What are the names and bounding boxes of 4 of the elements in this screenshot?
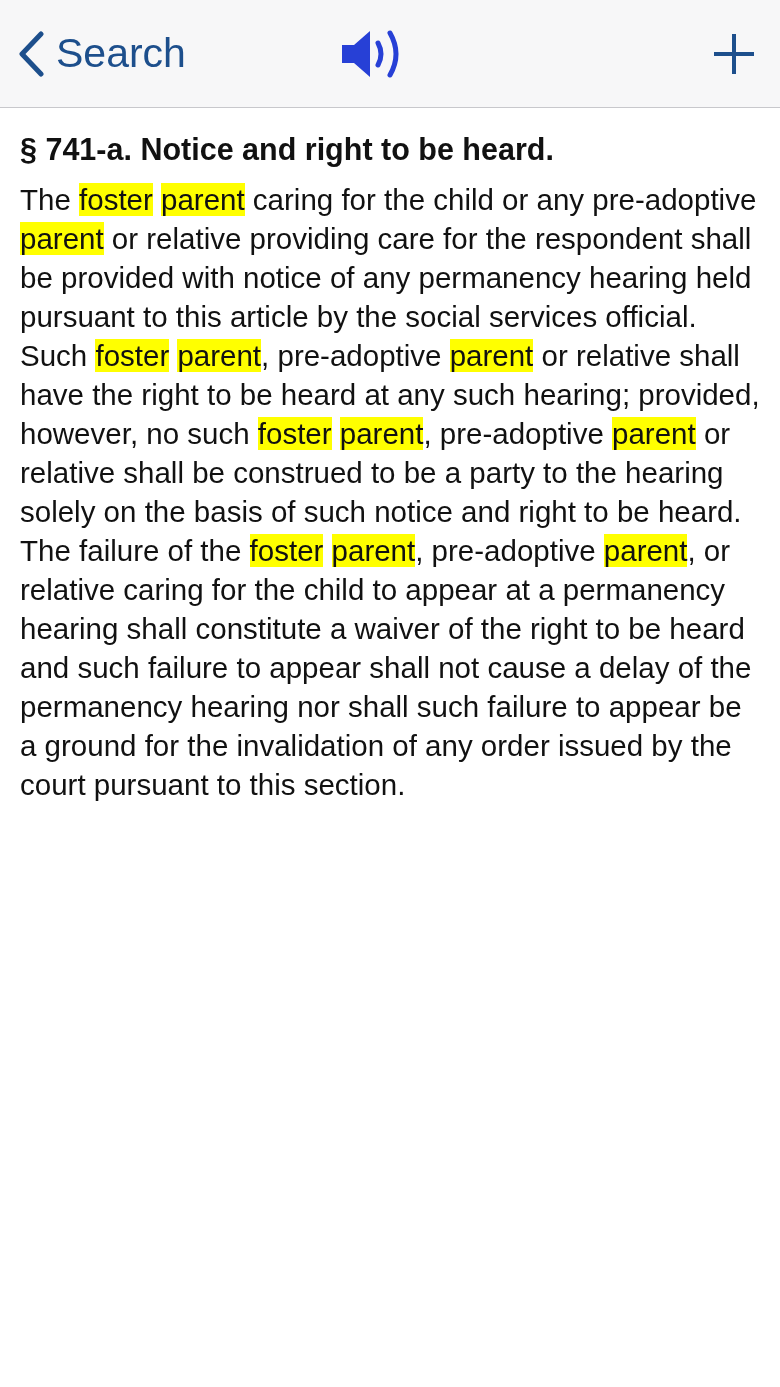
section-title: § 741-a. Notice and right to be heard. <box>20 132 555 166</box>
chevron-left-icon <box>18 30 44 77</box>
back-link[interactable]: Search <box>18 30 186 77</box>
plus-icon <box>712 31 756 76</box>
